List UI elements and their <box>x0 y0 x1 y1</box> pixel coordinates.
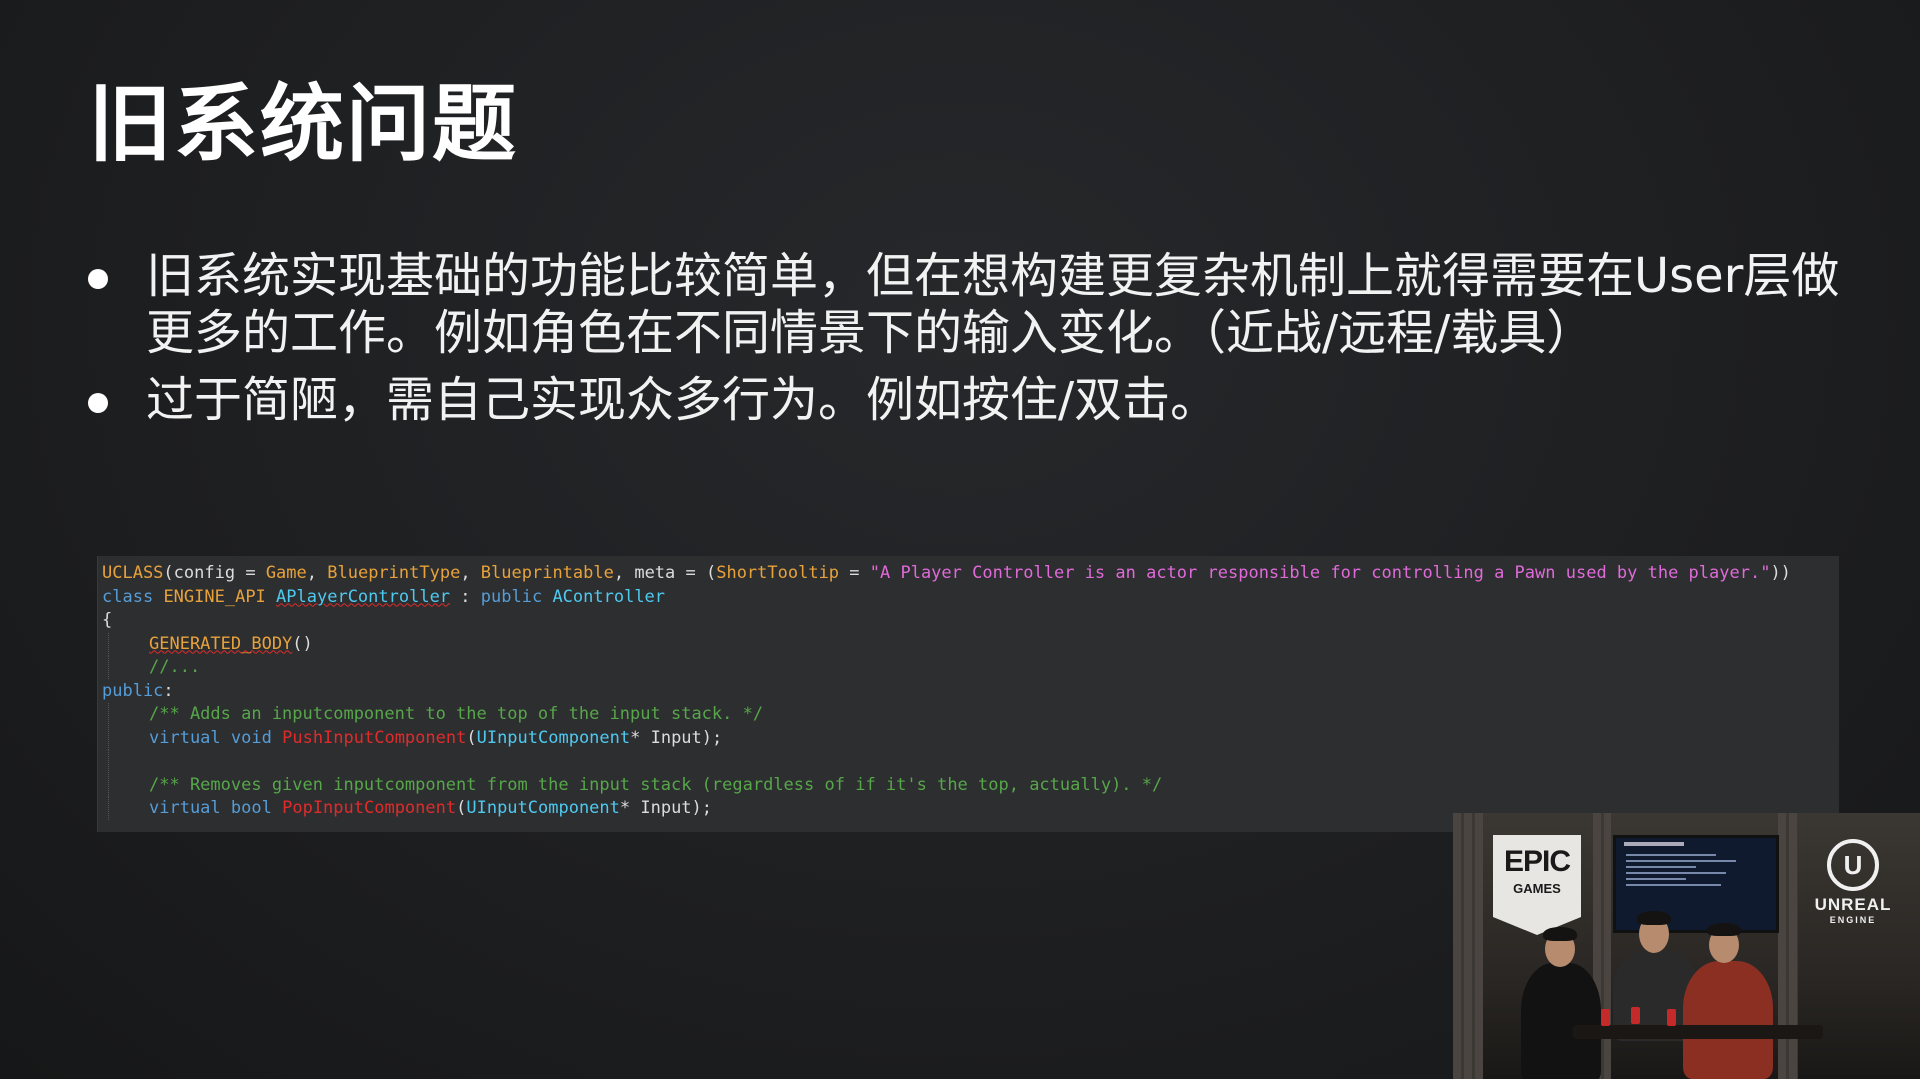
code-token: Game <box>265 563 307 583</box>
code-token: PushInputComponent <box>282 727 467 748</box>
tv-text-line <box>1626 866 1696 868</box>
table <box>1573 1025 1823 1039</box>
code-token: , meta = ( <box>613 563 717 583</box>
presenter-left-hair <box>1543 927 1577 941</box>
epic-games-logo: EPIC GAMES <box>1493 835 1581 935</box>
tv-text-line <box>1626 884 1721 886</box>
code-token: * Input); <box>630 727 723 748</box>
code-line: //... <box>98 656 1839 680</box>
code-line: UCLASS(config = Game, BlueprintType, Blu… <box>98 562 1839 586</box>
code-token: * Input); <box>619 798 713 818</box>
indent-guide <box>108 750 149 773</box>
code-token: UInputComponent <box>476 727 631 748</box>
bullet-item: 旧系统实现基础的功能比较简单，但在想构建更复杂机制上就得需要在User层做 更多… <box>88 248 1868 362</box>
code-token: , <box>306 563 328 583</box>
bullet-dot-icon <box>88 393 108 413</box>
code-token: /** Removes given inputcomponent from th… <box>149 774 1163 795</box>
presenter-left <box>1521 963 1601 1079</box>
code-line: /** Removes given inputcomponent from th… <box>98 773 1839 798</box>
code-token: void <box>230 727 272 748</box>
unreal-logo-mark: U <box>1827 839 1879 891</box>
code-line: { <box>98 609 1839 633</box>
code-token: GENERATED_BODY <box>149 633 293 654</box>
code-line: public: <box>98 680 1839 704</box>
indent-guide <box>108 797 149 820</box>
code-token: { <box>102 610 113 630</box>
code-token: ( <box>456 798 467 818</box>
code-token: bool <box>230 798 272 818</box>
indent-guide <box>108 773 149 797</box>
code-line <box>98 750 1839 774</box>
code-token: "A Player Controller is an actor respons… <box>869 563 1771 583</box>
bullet-list: 旧系统实现基础的功能比较简单，但在想构建更复杂机制上就得需要在User层做 更多… <box>88 248 1868 429</box>
presenter-right <box>1683 961 1773 1079</box>
tv-text-line <box>1626 860 1736 862</box>
indent-guide <box>108 632 149 656</box>
presenter-middle-hair <box>1637 911 1671 925</box>
code-snippet: UCLASS(config = Game, BlueprintType, Blu… <box>97 556 1839 832</box>
code-token: ( <box>163 563 174 583</box>
tv-title-bar <box>1624 842 1684 846</box>
code-token: UInputComponent <box>466 798 620 818</box>
code-token: virtual <box>149 727 221 748</box>
code-line: virtual void PushInputComponent(UInputCo… <box>98 726 1839 751</box>
code-token: virtual <box>149 798 221 818</box>
code-line: GENERATED_BODY() <box>98 632 1839 657</box>
code-token: Blueprintable <box>480 563 614 583</box>
unreal-logo-subtext: ENGINE <box>1829 915 1877 925</box>
code-token: )) <box>1770 563 1791 583</box>
code-token: = <box>235 563 266 583</box>
epic-logo-subtext: GAMES <box>1513 881 1561 896</box>
code-token: ShortTooltip <box>716 563 840 583</box>
code-token: = <box>839 563 870 583</box>
code-token: /** Adds an inputcomponent to the top of… <box>149 704 764 724</box>
soda-can <box>1631 1007 1640 1024</box>
code-token: public <box>480 586 543 607</box>
wall-panel <box>1778 813 1798 1079</box>
code-token: : <box>163 680 174 701</box>
code-token: , <box>460 563 481 583</box>
presenter-right-hair <box>1707 923 1741 936</box>
tv-text-line <box>1626 872 1726 874</box>
bullet-line: 旧系统实现基础的功能比较简单，但在想构建更复杂机制上就得需要在User层做 <box>146 248 1840 304</box>
code-token: public <box>102 680 164 701</box>
tv-text-line <box>1626 878 1686 880</box>
code-token: ENGINE_API <box>163 586 266 607</box>
code-line: class ENGINE_API APlayerController : pub… <box>98 586 1839 610</box>
code-token: ( <box>466 727 477 748</box>
code-token: APlayerController <box>276 586 451 607</box>
indent-guide <box>108 726 149 750</box>
bullet-dot-icon <box>88 269 108 289</box>
code-token: : <box>450 586 481 607</box>
unreal-engine-logo: U UNREAL ENGINE <box>1803 839 1903 925</box>
tv-text-line <box>1626 854 1716 856</box>
soda-can <box>1601 1009 1610 1026</box>
slide-title: 旧系统问题 <box>88 75 519 173</box>
webcam-video-inset: EPIC GAMES U UNREAL ENGINE <box>1453 813 1920 1079</box>
bullet-line: 过于简陋，需自己实现众多行为。例如按住/双击。 <box>146 372 1219 428</box>
wall-panel <box>1453 813 1483 1079</box>
code-token: class <box>102 586 154 607</box>
code-token: BlueprintType <box>327 563 461 583</box>
code-token: PopInputComponent <box>282 798 457 818</box>
unreal-logo-text: UNREAL <box>1814 895 1892 914</box>
bullet-line: 更多的工作。例如角色在不同情景下的输入变化。（近战/远程/载具） <box>146 305 1595 361</box>
code-token: //... <box>149 657 201 677</box>
indent-guide <box>108 703 149 726</box>
code-token: UCLASS <box>102 563 164 583</box>
indent-guide <box>108 656 149 679</box>
bullet-item: 过于简陋，需自己实现众多行为。例如按住/双击。 <box>88 372 1868 429</box>
code-token: () <box>292 633 313 654</box>
code-token: config <box>173 563 236 583</box>
soda-can <box>1667 1009 1676 1026</box>
code-line: /** Adds an inputcomponent to the top of… <box>98 703 1839 727</box>
code-token: AController <box>552 586 666 607</box>
epic-logo-text: EPIC <box>1503 845 1571 878</box>
